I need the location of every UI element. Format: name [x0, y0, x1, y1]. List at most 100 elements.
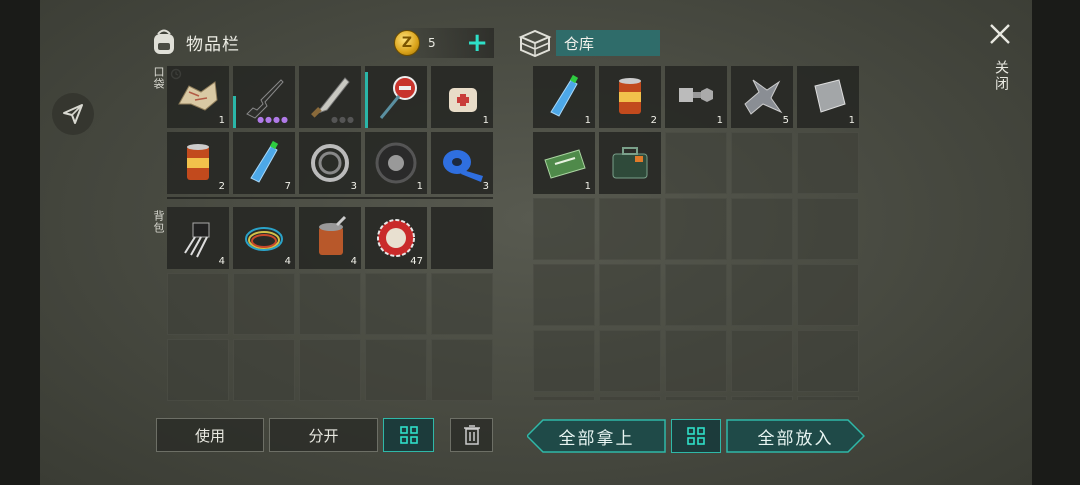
warehouse-slot-metal-plate[interactable]: 1: [797, 66, 859, 128]
map-icon: [178, 81, 218, 111]
warehouse-slot-empty[interactable]: [797, 198, 859, 260]
delete-button[interactable]: [450, 418, 493, 452]
tire-icon: [375, 142, 417, 184]
backpack-icon: [154, 29, 174, 54]
left-margin: [0, 0, 40, 485]
add-coins-button[interactable]: +: [466, 30, 488, 56]
bolt-nut-icon: [679, 88, 713, 102]
coin-icon: Z: [394, 30, 420, 56]
stop-sign-icon: [379, 76, 417, 119]
warehouse-slot-empty[interactable]: [731, 132, 793, 194]
warehouse-slot-empty[interactable]: [533, 396, 595, 400]
warehouse-slot-empty[interactable]: [665, 132, 727, 194]
sort-warehouse-button[interactable]: [671, 419, 721, 453]
close-icon[interactable]: [988, 22, 1012, 46]
trash-icon: [463, 425, 480, 445]
warehouse-slot-empty[interactable]: [599, 264, 661, 326]
right-margin: [1032, 0, 1080, 485]
warehouse-slot-empty[interactable]: [533, 264, 595, 326]
backpack-slot-empty[interactable]: [167, 339, 229, 401]
backpack-slot-empty[interactable]: [431, 207, 493, 269]
warehouse-slot-empty[interactable]: [731, 198, 793, 260]
backpack-slot-empty[interactable]: [365, 339, 427, 401]
food-can-icon: [187, 144, 209, 180]
backpack-slot-transistor[interactable]: 4: [167, 207, 229, 269]
bearing-icon: [311, 144, 349, 182]
pocket-slot-tire[interactable]: 1: [365, 132, 427, 194]
open-can-icon: [319, 215, 347, 255]
warehouse-slot-empty[interactable]: [797, 264, 859, 326]
warehouse-slot-empty[interactable]: [665, 396, 727, 400]
warehouse-slot-empty[interactable]: [665, 264, 727, 326]
backpack-slot-empty[interactable]: [233, 273, 295, 335]
warehouse-header: 仓库: [518, 28, 660, 58]
rarity-dots: ●●●●: [257, 115, 289, 124]
paper-plane-icon: [63, 104, 83, 124]
warehouse-slot-empty[interactable]: [665, 198, 727, 260]
warehouse-slot-empty[interactable]: [599, 396, 661, 400]
durability-bar: [233, 96, 236, 128]
inventory-title: 物品栏: [186, 34, 240, 55]
pocket-slot-tape[interactable]: 3: [431, 132, 493, 194]
warehouse-slot-empty[interactable]: [533, 330, 595, 392]
backpack-slot-empty[interactable]: [167, 273, 229, 335]
backpack-slot-open-can[interactable]: 4: [299, 207, 361, 269]
pocket-slot-water-bottle[interactable]: 7: [233, 132, 295, 194]
warehouse-slot-bolt-nut[interactable]: 1: [665, 66, 727, 128]
backpack-slot-empty[interactable]: [431, 273, 493, 335]
backpack-slot-empty[interactable]: [431, 339, 493, 401]
warehouse-grid: 1 2 1 5 1 1: [533, 66, 859, 400]
water-bottle-icon: [250, 140, 279, 183]
grid-sort-icon: [399, 426, 418, 444]
backpack-slot-bottle-cap[interactable]: 47: [365, 207, 427, 269]
warehouse-slot-empty[interactable]: [731, 396, 793, 400]
pocket-slot-bearing[interactable]: 3: [299, 132, 361, 194]
pocket-slot-rifle[interactable]: ●●●●: [233, 66, 295, 128]
backpack-slot-empty[interactable]: [365, 273, 427, 335]
warehouse-slot-empty[interactable]: [665, 330, 727, 392]
warehouse-slot-empty[interactable]: [599, 198, 661, 260]
warehouse-slot-food-can[interactable]: 2: [599, 66, 661, 128]
grid-sort-icon: [687, 427, 705, 445]
warehouse-slot-empty[interactable]: [797, 132, 859, 194]
navigate-button[interactable]: [52, 93, 94, 135]
backpack-slot-empty[interactable]: [233, 339, 295, 401]
warehouse-slot-empty[interactable]: [731, 264, 793, 326]
use-button[interactable]: 使用: [156, 418, 264, 452]
warehouse-slot-empty[interactable]: [533, 198, 595, 260]
pocket-slot-food-can[interactable]: 2: [167, 132, 229, 194]
rifle-icon: [246, 79, 284, 119]
sort-inventory-button[interactable]: [383, 418, 434, 452]
warehouse-slot-empty[interactable]: [797, 396, 859, 400]
backpack-slot-empty[interactable]: [299, 273, 361, 335]
metal-plate-icon: [814, 79, 846, 113]
pocket-slot-machete[interactable]: ●●●: [299, 66, 361, 128]
pocket-slot-bandage[interactable]: 1: [431, 66, 493, 128]
food-can-icon: [619, 78, 641, 114]
backpack-slot-wires[interactable]: 4: [233, 207, 295, 269]
warehouse-slot-water-bottle[interactable]: 1: [533, 66, 595, 128]
pocket-slot-stop-sign[interactable]: [365, 66, 427, 128]
warehouse-slot-empty[interactable]: [599, 330, 661, 392]
split-button[interactable]: 分开: [269, 418, 378, 452]
tape-icon: [443, 150, 483, 182]
pocket-slot-map[interactable]: 1: [167, 66, 229, 128]
warehouse-slot-empty[interactable]: [797, 330, 859, 392]
backpack-slot-empty[interactable]: [299, 339, 361, 401]
take-all-button[interactable]: 全部拿上: [527, 419, 666, 453]
coin-balance: Z 5 +: [394, 28, 494, 58]
wires-icon: [245, 227, 283, 251]
warehouse-slot-metal-scrap[interactable]: 5: [731, 66, 793, 128]
machete-icon: [311, 77, 350, 118]
put-all-button[interactable]: 全部放入: [726, 419, 865, 453]
transistor-icon: [184, 222, 210, 258]
close-label[interactable]: 关闭: [991, 60, 1011, 92]
warehouse-slot-ration-coupon[interactable]: 1: [533, 132, 595, 194]
warehouse-slot-empty[interactable]: [731, 330, 793, 392]
warehouse-box-icon: [518, 29, 552, 58]
pockets-grid: 1 ●●●● ●●● 1 2 7 3 1 3: [167, 66, 493, 194]
warehouse-slot-toolbox[interactable]: [599, 132, 661, 194]
metal-scrap-icon: [744, 79, 783, 115]
bandage-icon: [449, 88, 477, 112]
durability-bar: [365, 72, 368, 128]
